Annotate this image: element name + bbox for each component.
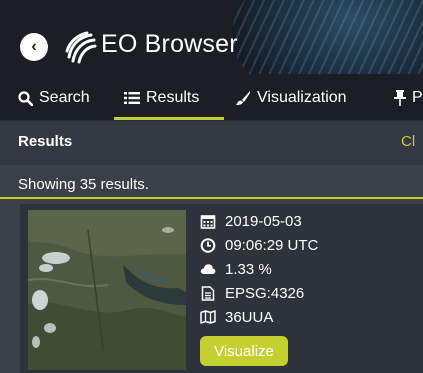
results-header: Results Cl (0, 121, 423, 165)
visualize-button[interactable]: Visualize (200, 336, 288, 366)
result-thumbnail[interactable] (28, 210, 186, 370)
results-divider (0, 197, 423, 199)
tab-results[interactable]: Results (124, 88, 199, 108)
clear-results-link[interactable]: Cl (401, 133, 415, 150)
tile-row: 36UUA (200, 305, 318, 329)
tab-pins[interactable]: P (394, 88, 423, 108)
crs-row: EPSG:4326 (200, 281, 318, 305)
results-count: Showing 35 results. (18, 176, 149, 193)
header-globe-texture (232, 0, 423, 74)
tab-search-label: Search (39, 89, 90, 106)
result-crs: EPSG:4326 (225, 284, 305, 302)
results-heading: Results (18, 133, 73, 150)
result-time: 09:06:29 UTC (225, 236, 319, 254)
list-icon (124, 92, 140, 104)
result-tile: 36UUA (225, 308, 274, 326)
time-row: 09:06:29 UTC (200, 233, 318, 257)
tab-visualization-label: Visualization (257, 89, 347, 106)
map-icon (200, 310, 216, 324)
cloud-row: 1.33 % (200, 257, 318, 281)
chevron-left-icon: ‹ (31, 38, 37, 55)
result-cloud-cover: 1.33 % (225, 260, 272, 278)
date-row: 2019-05-03 (200, 209, 318, 233)
sentinel-logo-icon (65, 31, 97, 64)
calendar-icon (200, 214, 216, 229)
clock-icon (200, 237, 216, 253)
active-tab-indicator (114, 117, 224, 120)
paintbrush-icon (236, 91, 250, 105)
result-metadata: 2019-05-03 09:06:29 UTC 1.33 % EPSG:4326 (200, 209, 318, 329)
cloud-icon (200, 264, 216, 274)
app-title: EO Browser (101, 30, 238, 58)
tab-results-label: Results (146, 89, 200, 106)
result-card[interactable]: 2019-05-03 09:06:29 UTC 1.33 % EPSG:4326 (20, 204, 423, 373)
app-header: ‹ EO Browser (0, 0, 423, 74)
back-button[interactable]: ‹ (20, 33, 48, 61)
search-icon (18, 90, 33, 106)
pin-icon (394, 90, 406, 106)
tab-search[interactable]: Search (18, 88, 90, 108)
tab-visualization[interactable]: Visualization (235, 88, 347, 108)
main-tabs: Search Results Visualization P (0, 74, 423, 121)
document-icon (201, 285, 215, 301)
result-date: 2019-05-03 (225, 212, 302, 230)
tab-pins-label: P (412, 89, 423, 106)
